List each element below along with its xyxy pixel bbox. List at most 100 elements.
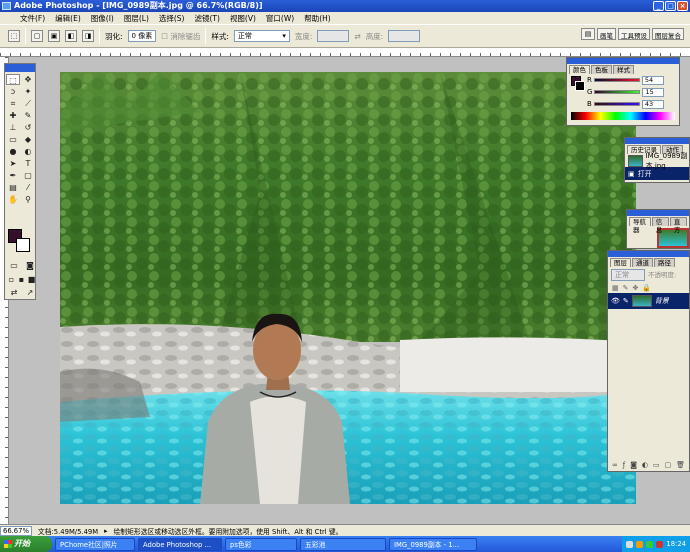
eraser-tool-icon[interactable]: ▭ bbox=[6, 134, 20, 145]
color-background-swatch[interactable] bbox=[575, 81, 585, 91]
color-spectrum-bar[interactable] bbox=[571, 112, 675, 120]
green-value[interactable]: 15 bbox=[642, 87, 665, 97]
menu-edit[interactable]: 编辑(E) bbox=[55, 13, 81, 24]
lock-all-icon[interactable]: 🔒 bbox=[642, 284, 651, 292]
tab-swatches[interactable]: 色板 bbox=[591, 65, 612, 74]
minimize-button[interactable]: _ bbox=[653, 1, 664, 11]
tab-info[interactable]: 信息 bbox=[651, 217, 669, 234]
add-selection-icon[interactable]: ▣ bbox=[48, 30, 60, 42]
well-tab-brushes[interactable]: 画笔 bbox=[597, 28, 616, 40]
lasso-tool-icon[interactable]: ↄ bbox=[6, 86, 20, 97]
healing-brush-tool-icon[interactable]: ✚ bbox=[6, 110, 20, 121]
screen-mode-menu-icon[interactable]: ▪ bbox=[17, 274, 26, 285]
menu-file[interactable]: 文件(F) bbox=[20, 13, 45, 24]
magic-wand-tool-icon[interactable]: ✦ bbox=[21, 86, 35, 97]
imageready-icon[interactable]: ↗ bbox=[23, 287, 37, 298]
eye-icon[interactable]: 👁 bbox=[611, 297, 620, 305]
lock-transparency-icon[interactable]: ▦ bbox=[612, 284, 619, 292]
blue-slider[interactable] bbox=[593, 102, 640, 106]
trash-icon[interactable]: 🗑 bbox=[676, 461, 685, 469]
well-tab-tool-presets[interactable]: 工具预设 bbox=[618, 28, 650, 40]
marquee-tool-icon[interactable]: ⬚ bbox=[6, 74, 20, 85]
new-adjustment-layer-icon[interactable]: ◐ bbox=[642, 461, 648, 469]
marquee-preset-icon[interactable]: ⬚ bbox=[8, 30, 20, 42]
menu-window[interactable]: 窗口(W) bbox=[266, 13, 294, 24]
file-browser-icon[interactable]: ▤ bbox=[581, 28, 595, 40]
subtract-selection-icon[interactable]: ◧ bbox=[65, 30, 77, 42]
shape-tool-icon[interactable]: ▢ bbox=[21, 170, 35, 181]
layer-row-background[interactable]: 👁 ✎ 背景 bbox=[608, 293, 689, 309]
history-snapshot[interactable]: IMG_0989副本.jpg bbox=[625, 152, 689, 170]
antialias-checkbox[interactable]: ☐ 消除锯齿 bbox=[161, 31, 200, 42]
tab-paths[interactable]: 路径 bbox=[654, 258, 675, 267]
menu-view[interactable]: 视图(V) bbox=[230, 13, 256, 24]
link-layers-icon[interactable]: ∞ bbox=[612, 461, 618, 469]
new-selection-icon[interactable]: ▢ bbox=[31, 30, 43, 42]
background-color-swatch[interactable] bbox=[16, 238, 30, 252]
taskbar-item-wucaichi[interactable]: 五彩池 bbox=[300, 537, 386, 551]
tab-styles[interactable]: 样式 bbox=[613, 65, 634, 74]
swap-icon[interactable]: ⇄ bbox=[354, 32, 360, 41]
toolbox-header[interactable] bbox=[5, 64, 35, 72]
taskbar-item-pchome[interactable]: PChome社区|照片 bbox=[55, 537, 135, 551]
taskbar-item-img-viewer[interactable]: IMG_0989副本 - 1... bbox=[389, 537, 477, 551]
tab-histogram[interactable]: 直方 bbox=[669, 217, 687, 234]
jump-to-imageready-icon[interactable]: ⇄ bbox=[7, 287, 21, 298]
move-tool-icon[interactable]: ✥ bbox=[21, 74, 35, 85]
screen-mode-full-icon[interactable]: ■ bbox=[27, 274, 36, 285]
taskbar-item-ps-color[interactable]: ps色彩 bbox=[225, 537, 297, 551]
quick-mask-mode-icon[interactable]: ◙ bbox=[23, 260, 37, 271]
menu-filter[interactable]: 滤镜(T) bbox=[195, 13, 220, 24]
layer-mask-icon[interactable]: ◙ bbox=[630, 461, 637, 469]
ime-icon[interactable] bbox=[656, 540, 664, 548]
standard-mode-icon[interactable]: ▭ bbox=[7, 260, 21, 271]
brush-tool-icon[interactable]: ✎ bbox=[21, 110, 35, 121]
network-icon[interactable] bbox=[626, 540, 634, 548]
status-arrow-icon[interactable]: ▸ bbox=[104, 527, 107, 535]
lock-move-icon[interactable]: ✥ bbox=[633, 284, 639, 292]
maximize-button[interactable]: □ bbox=[665, 1, 676, 11]
height-input[interactable] bbox=[388, 30, 421, 42]
history-brush-tool-icon[interactable]: ↺ bbox=[21, 122, 35, 133]
red-value[interactable]: 54 bbox=[641, 75, 664, 85]
eyedropper-tool-icon[interactable]: ⁄ bbox=[21, 182, 35, 193]
menu-image[interactable]: 图像(I) bbox=[91, 13, 114, 24]
notes-tool-icon[interactable]: ▤ bbox=[6, 182, 20, 193]
close-button[interactable]: × bbox=[677, 1, 688, 11]
clone-stamp-tool-icon[interactable]: ⊥ bbox=[6, 122, 20, 133]
tab-channels[interactable]: 通道 bbox=[632, 258, 653, 267]
path-selection-tool-icon[interactable]: ➤ bbox=[6, 158, 20, 169]
menu-layer[interactable]: 图层(L) bbox=[124, 13, 149, 24]
well-tab-layer-comps[interactable]: 图层复合 bbox=[652, 28, 684, 40]
pen-tool-icon[interactable]: ✒ bbox=[6, 170, 20, 181]
dodge-tool-icon[interactable]: ◐ bbox=[21, 146, 35, 157]
horizontal-ruler[interactable] bbox=[0, 48, 690, 57]
intersect-selection-icon[interactable]: ◨ bbox=[82, 30, 94, 42]
antivirus-icon[interactable] bbox=[646, 540, 654, 548]
clock[interactable]: 18:24 bbox=[666, 540, 686, 548]
blend-mode-select[interactable]: 正常 bbox=[611, 269, 645, 281]
layer-style-icon[interactable]: ƒ bbox=[623, 461, 625, 469]
menu-help[interactable]: 帮助(H) bbox=[304, 13, 331, 24]
crop-tool-icon[interactable]: ⌗ bbox=[6, 98, 20, 109]
green-slider[interactable] bbox=[594, 90, 641, 94]
feather-input[interactable]: 0 像素 bbox=[127, 30, 157, 42]
document-canvas[interactable] bbox=[60, 72, 636, 504]
style-select[interactable]: 正常 ▾ bbox=[233, 30, 290, 42]
zoom-tool-icon[interactable]: ⚲ bbox=[21, 194, 35, 205]
new-group-icon[interactable]: ▭ bbox=[653, 461, 660, 469]
start-button[interactable]: 开始 bbox=[0, 536, 52, 552]
tab-layers[interactable]: 图层 bbox=[610, 258, 631, 267]
hand-tool-icon[interactable]: ✋ bbox=[6, 194, 20, 205]
zoom-field[interactable]: 66.67% bbox=[0, 525, 32, 536]
tab-color[interactable]: 颜色 bbox=[569, 65, 590, 74]
blue-value[interactable]: 43 bbox=[641, 99, 664, 109]
type-tool-icon[interactable]: T bbox=[21, 158, 35, 169]
red-slider[interactable] bbox=[593, 78, 640, 82]
screen-mode-standard-icon[interactable]: ▫ bbox=[7, 274, 16, 285]
lock-paint-icon[interactable]: ✎ bbox=[623, 284, 629, 292]
blur-tool-icon[interactable]: ● bbox=[6, 146, 20, 157]
menu-select[interactable]: 选择(S) bbox=[159, 13, 185, 24]
new-layer-icon[interactable]: ▢ bbox=[665, 461, 672, 469]
tab-navigator[interactable]: 导航器 bbox=[629, 217, 651, 234]
